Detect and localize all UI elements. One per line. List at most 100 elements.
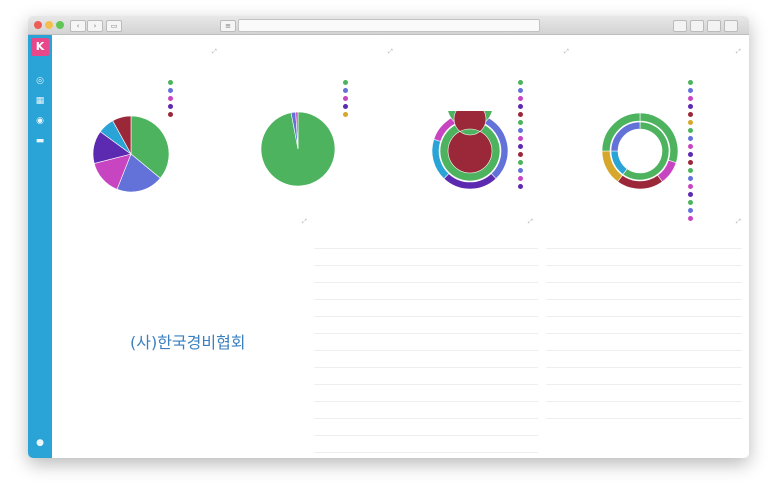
legend-item[interactable]: [688, 175, 696, 183]
table-row[interactable]: [546, 401, 742, 419]
table-row[interactable]: [314, 350, 538, 368]
legend-item[interactable]: [688, 159, 696, 167]
legend-item[interactable]: [518, 119, 526, 127]
panel-2-expand-icon[interactable]: ⤢: [388, 48, 393, 56]
legend-item[interactable]: [168, 103, 176, 111]
legend-item[interactable]: [688, 191, 696, 199]
table-row[interactable]: [314, 316, 538, 334]
panel-3-expand-icon[interactable]: ⤢: [564, 48, 569, 56]
panel-7-expand-icon[interactable]: ⤢: [736, 218, 741, 226]
legend-item[interactable]: [688, 87, 696, 95]
table-row[interactable]: [314, 333, 538, 351]
visualize-icon[interactable]: ▦: [34, 95, 46, 107]
legend-item[interactable]: [343, 111, 351, 119]
table-row[interactable]: [314, 384, 538, 402]
kibana-logo[interactable]: K: [31, 38, 49, 56]
legend-item[interactable]: [688, 215, 696, 223]
legend-item[interactable]: [688, 103, 696, 111]
table-row[interactable]: [314, 282, 538, 300]
table-row[interactable]: [314, 248, 538, 266]
column-header[interactable]: [508, 234, 538, 249]
legend-item[interactable]: [518, 175, 526, 183]
legend-item[interactable]: [343, 87, 351, 95]
table-row[interactable]: [314, 435, 538, 453]
forward-button[interactable]: ›: [87, 20, 103, 32]
table-row[interactable]: [314, 299, 538, 317]
legend-item[interactable]: [168, 95, 176, 103]
tag-cloud-main[interactable]: (사)한국경비협회: [130, 329, 246, 353]
share-button[interactable]: [673, 20, 687, 32]
table-cell: [384, 316, 508, 334]
table-row[interactable]: [546, 384, 742, 402]
legend-item[interactable]: [688, 135, 696, 143]
help-icon[interactable]: ●: [34, 437, 46, 449]
legend-item[interactable]: [688, 119, 696, 127]
table-cell: [314, 265, 384, 283]
legend-item[interactable]: [688, 79, 696, 87]
table-row[interactable]: [546, 248, 742, 266]
minimize-window-button[interactable]: [45, 21, 53, 29]
reader-button[interactable]: ≡: [220, 20, 236, 32]
legend-item[interactable]: [688, 167, 696, 175]
discover-icon[interactable]: ◎: [34, 75, 46, 87]
panel-5-expand-icon[interactable]: ⤢: [302, 218, 307, 226]
table-row[interactable]: [314, 265, 538, 283]
legend-item[interactable]: [688, 199, 696, 207]
legend-item[interactable]: [518, 151, 526, 159]
table-row[interactable]: [314, 367, 538, 385]
close-window-button[interactable]: [34, 21, 42, 29]
legend-item[interactable]: [518, 79, 526, 87]
table-row[interactable]: [546, 367, 742, 385]
legend-item[interactable]: [688, 143, 696, 151]
column-header[interactable]: [656, 234, 714, 249]
new-tab-button[interactable]: [690, 20, 704, 32]
legend-item[interactable]: [688, 207, 696, 215]
column-header[interactable]: [714, 234, 742, 249]
legend-item[interactable]: [518, 183, 526, 191]
settings-icon[interactable]: ▬: [34, 135, 46, 147]
table-row[interactable]: [546, 282, 742, 300]
legend-item[interactable]: [168, 111, 176, 119]
legend-item[interactable]: [343, 103, 351, 111]
legend-item[interactable]: [518, 87, 526, 95]
address-bar[interactable]: [238, 19, 540, 32]
pie-slice[interactable]: [447, 111, 493, 174]
panel-4-expand-icon[interactable]: ⤢: [736, 48, 741, 56]
legend-item[interactable]: [518, 167, 526, 175]
legend-item[interactable]: [518, 159, 526, 167]
panel-6-expand-icon[interactable]: ⤢: [528, 218, 533, 226]
table-row[interactable]: [546, 265, 742, 283]
table-row[interactable]: [546, 299, 742, 317]
legend-item[interactable]: [518, 111, 526, 119]
panel-1-expand-icon[interactable]: ⤢: [212, 48, 217, 56]
table-row[interactable]: [546, 316, 742, 334]
legend-item[interactable]: [168, 87, 176, 95]
dashboard-icon[interactable]: ◉: [34, 115, 46, 127]
column-header[interactable]: [314, 234, 384, 249]
back-button[interactable]: ‹: [70, 20, 86, 32]
column-header[interactable]: [384, 234, 508, 249]
downloads-button[interactable]: [724, 20, 738, 32]
table-row[interactable]: [546, 350, 742, 368]
legend-item[interactable]: [343, 79, 351, 87]
table-row[interactable]: [314, 452, 538, 458]
column-header[interactable]: [546, 234, 656, 249]
legend-item[interactable]: [688, 127, 696, 135]
legend-item[interactable]: [343, 95, 351, 103]
legend-item[interactable]: [688, 151, 696, 159]
legend-item[interactable]: [518, 143, 526, 151]
legend-item[interactable]: [168, 79, 176, 87]
table-row[interactable]: [314, 418, 538, 436]
legend-item[interactable]: [688, 95, 696, 103]
tabs-overview-button[interactable]: [707, 20, 721, 32]
legend-item[interactable]: [518, 103, 526, 111]
maximize-window-button[interactable]: [56, 21, 64, 29]
legend-item[interactable]: [518, 135, 526, 143]
sidebar-toggle-button[interactable]: ▭: [106, 20, 122, 32]
legend-item[interactable]: [518, 95, 526, 103]
table-row[interactable]: [314, 401, 538, 419]
table-row[interactable]: [546, 333, 742, 351]
legend-item[interactable]: [518, 127, 526, 135]
legend-item[interactable]: [688, 183, 696, 191]
legend-item[interactable]: [688, 111, 696, 119]
